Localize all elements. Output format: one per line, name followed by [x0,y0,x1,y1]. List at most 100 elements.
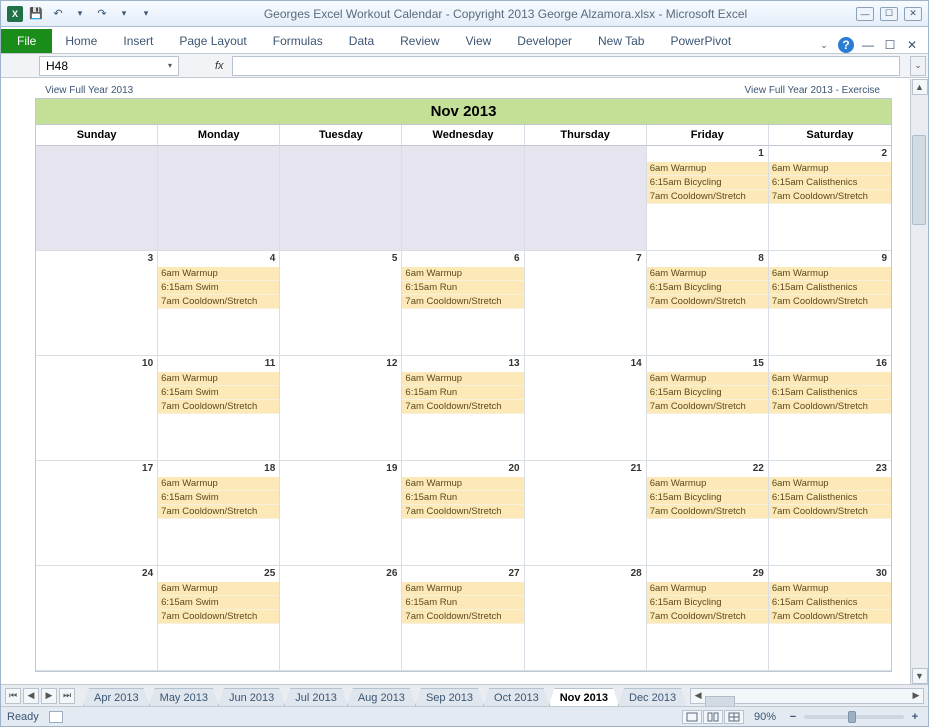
calendar-event[interactable]: 6am Warmup [158,372,279,386]
calendar-event[interactable]: 6am Warmup [769,477,891,491]
calendar-cell[interactable]: 116am Warmup6:15am Swim7am Cooldown/Stre… [158,356,280,461]
name-box[interactable]: H48 ▾ [39,56,179,76]
calendar-cell-empty[interactable] [36,146,158,251]
formula-bar-expand-icon[interactable]: ⌄ [910,56,926,76]
calendar-cell[interactable]: 28 [525,566,647,671]
redo-icon[interactable]: ↷ [93,5,111,23]
calendar-cell[interactable]: 5 [280,251,402,356]
calendar-cell[interactable]: 26am Warmup6:15am Calisthenics7am Cooldo… [769,146,891,251]
workbook-restore-icon[interactable]: ☐ [882,37,898,53]
calendar-event[interactable]: 6am Warmup [769,162,891,176]
calendar-event[interactable]: 7am Cooldown/Stretch [647,400,768,414]
formula-input[interactable] [232,56,900,76]
zoom-track[interactable] [804,715,904,719]
hscroll-right-icon[interactable]: ▶ [909,689,923,703]
calendar-event[interactable]: 6am Warmup [402,267,523,281]
calendar-cell-empty[interactable] [525,146,647,251]
vscroll-thumb[interactable] [912,135,926,225]
calendar-cell[interactable]: 256am Warmup6:15am Swim7am Cooldown/Stre… [158,566,280,671]
calendar-event[interactable]: 6:15am Bicycling [647,596,768,610]
calendar-cell[interactable]: 206am Warmup6:15am Run7am Cooldown/Stret… [402,461,524,566]
zoom-out-icon[interactable]: − [786,711,800,723]
sheet-nav-prev-icon[interactable]: ◀ [23,688,39,704]
scroll-down-icon[interactable]: ▼ [912,668,928,684]
calendar-cell[interactable]: 306am Warmup6:15am Calisthenics7am Coold… [769,566,891,671]
sheet-content[interactable]: View Full Year 2013 View Full Year 2013 … [1,79,910,684]
calendar-event[interactable]: 7am Cooldown/Stretch [158,505,279,519]
calendar-cell[interactable]: 17 [36,461,158,566]
sheet-tab[interactable]: Jun 2013 [218,688,285,706]
page-break-view-icon[interactable] [724,710,744,724]
calendar-cell[interactable]: 186am Warmup6:15am Swim7am Cooldown/Stre… [158,461,280,566]
ribbon-tab-data[interactable]: Data [336,29,387,53]
calendar-event[interactable]: 6:15am Bicycling [647,281,768,295]
calendar-event[interactable]: 6:15am Run [402,596,523,610]
normal-view-icon[interactable] [682,710,702,724]
vertical-scrollbar[interactable]: ▲ ▼ [910,79,928,684]
calendar-event[interactable]: 7am Cooldown/Stretch [647,505,768,519]
sheet-tab[interactable]: Jul 2013 [284,688,348,706]
calendar-event[interactable]: 7am Cooldown/Stretch [769,610,891,624]
hscroll-left-icon[interactable]: ◀ [691,689,705,703]
calendar-event[interactable]: 6:15am Swim [158,596,279,610]
calendar-event[interactable]: 6:15am Run [402,386,523,400]
calendar-event[interactable]: 7am Cooldown/Stretch [647,190,768,204]
calendar-event[interactable]: 6am Warmup [158,267,279,281]
sheet-tab[interactable]: Sep 2013 [415,688,484,706]
zoom-slider[interactable]: − + [786,711,922,723]
calendar-event[interactable]: 7am Cooldown/Stretch [647,295,768,309]
calendar-event[interactable]: 6:15am Run [402,281,523,295]
calendar-event[interactable]: 6am Warmup [647,372,768,386]
calendar-cell[interactable]: 14 [525,356,647,461]
undo-icon[interactable]: ↶ [49,5,67,23]
ribbon-tab-page-layout[interactable]: Page Layout [166,29,259,53]
vscroll-track[interactable] [912,95,928,668]
calendar-event[interactable]: 6am Warmup [647,477,768,491]
calendar-event[interactable]: 6am Warmup [402,477,523,491]
calendar-cell[interactable]: 166am Warmup6:15am Calisthenics7am Coold… [769,356,891,461]
workbook-close-icon[interactable]: ✕ [904,37,920,53]
name-box-dropdown-icon[interactable]: ▾ [168,61,172,70]
minimize-button[interactable]: — [856,7,874,21]
workbook-minimize-icon[interactable]: — [860,37,876,53]
calendar-event[interactable]: 7am Cooldown/Stretch [402,295,523,309]
calendar-cell[interactable]: 66am Warmup6:15am Run7am Cooldown/Stretc… [402,251,524,356]
ribbon-tab-insert[interactable]: Insert [110,29,166,53]
sheet-tab[interactable]: Apr 2013 [83,688,150,706]
calendar-event[interactable]: 6am Warmup [769,582,891,596]
calendar-event[interactable]: 6:15am Calisthenics [769,176,891,190]
calendar-event[interactable]: 7am Cooldown/Stretch [402,505,523,519]
calendar-cell[interactable]: 10 [36,356,158,461]
calendar-cell[interactable]: 3 [36,251,158,356]
calendar-cell[interactable]: 156am Warmup6:15am Bicycling7am Cooldown… [647,356,769,461]
sheet-tab[interactable]: Aug 2013 [347,688,416,706]
ribbon-tab-home[interactable]: Home [52,29,110,53]
calendar-event[interactable]: 6am Warmup [647,267,768,281]
calendar-event[interactable]: 6am Warmup [647,162,768,176]
file-tab[interactable]: File [1,29,52,53]
calendar-event[interactable]: 6:15am Bicycling [647,176,768,190]
qat-customize-icon[interactable]: ▾ [137,5,155,23]
save-icon[interactable]: 💾 [27,5,45,23]
sheet-tab[interactable]: Oct 2013 [483,688,550,706]
calendar-event[interactable]: 7am Cooldown/Stretch [158,400,279,414]
sheet-nav-next-icon[interactable]: ▶ [41,688,57,704]
calendar-event[interactable]: 7am Cooldown/Stretch [769,400,891,414]
ribbon-minimize-icon[interactable]: ⌄ [816,37,832,53]
calendar-event[interactable]: 6:15am Calisthenics [769,386,891,400]
calendar-event[interactable]: 6:15am Bicycling [647,491,768,505]
calendar-event[interactable]: 6:15am Swim [158,281,279,295]
calendar-cell[interactable]: 46am Warmup6:15am Swim7am Cooldown/Stret… [158,251,280,356]
calendar-event[interactable]: 6:15am Swim [158,491,279,505]
sheet-nav-first-icon[interactable]: ⏮ [5,688,21,704]
calendar-event[interactable]: 6:15am Calisthenics [769,281,891,295]
ribbon-tab-view[interactable]: View [453,29,505,53]
calendar-event[interactable]: 7am Cooldown/Stretch [402,610,523,624]
help-icon[interactable]: ? [838,37,854,53]
sheet-tab[interactable]: Dec 2013 [618,688,686,706]
calendar-event[interactable]: 7am Cooldown/Stretch [158,295,279,309]
calendar-cell[interactable]: 19 [280,461,402,566]
close-button[interactable]: ✕ [904,7,922,21]
calendar-event[interactable]: 7am Cooldown/Stretch [769,505,891,519]
zoom-percent[interactable]: 90% [754,711,776,723]
